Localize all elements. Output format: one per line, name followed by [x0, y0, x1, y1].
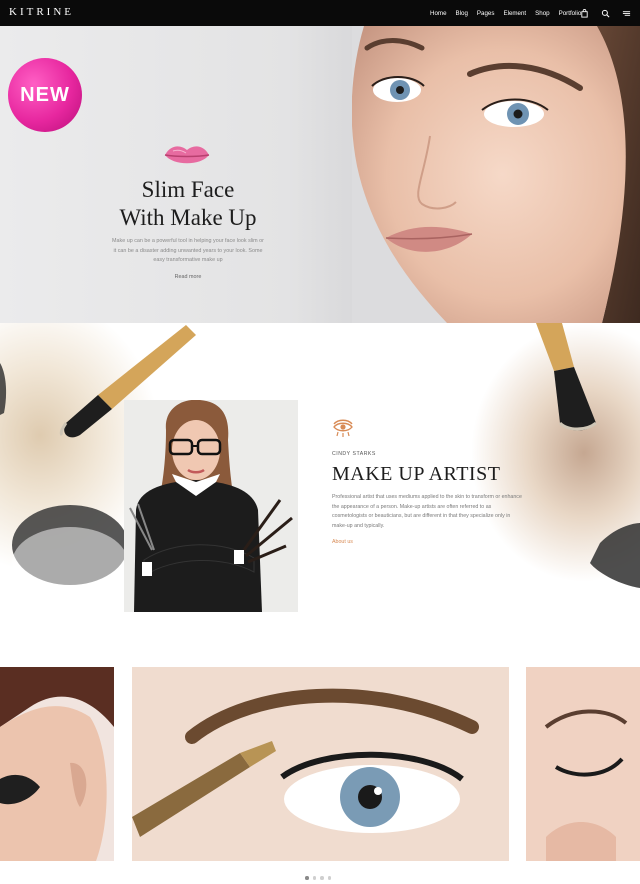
- hero-title-line1: Slim Face: [141, 177, 235, 202]
- gallery-slide-2[interactable]: [132, 667, 509, 861]
- site-logo[interactable]: KITRINE: [9, 6, 74, 18]
- artist-name-label: CINDY STARKS: [332, 451, 376, 457]
- gallery-slide-1[interactable]: [0, 667, 114, 861]
- nav-element[interactable]: Element: [503, 10, 526, 17]
- about-us-link[interactable]: About us: [332, 539, 353, 545]
- hero-slider: NEW Slim Face With Make Up Make up can b…: [0, 26, 640, 323]
- nav-shop[interactable]: Shop: [535, 10, 549, 17]
- pagination-dot[interactable]: [305, 876, 309, 880]
- carousel-pagination: [305, 876, 331, 880]
- hero-description: Make up can be a powerful tool in helpin…: [112, 238, 264, 263]
- new-badge: NEW: [8, 58, 82, 132]
- menu-icon[interactable]: [622, 9, 631, 18]
- header-icons: [580, 0, 631, 26]
- top-navigation-bar: KITRINE Home Blog Pages Element Shop Por…: [0, 0, 640, 26]
- pagination-dot[interactable]: [327, 876, 331, 880]
- search-icon[interactable]: [601, 9, 610, 18]
- lips-icon: [164, 146, 210, 164]
- artist-section: CINDY STARKS MAKE UP ARTIST Professional…: [0, 323, 640, 658]
- nav-pages[interactable]: Pages: [477, 10, 495, 17]
- artist-photo: [124, 400, 298, 612]
- nav-home[interactable]: Home: [430, 10, 447, 17]
- nav-portfolio[interactable]: Portfolio: [559, 10, 582, 17]
- eye-logo-icon: [333, 419, 353, 437]
- artist-title: MAKE UP ARTIST: [332, 463, 501, 485]
- artist-description: Professional artist that uses mediums ap…: [332, 494, 522, 529]
- nav-blog[interactable]: Blog: [456, 10, 468, 17]
- cart-icon[interactable]: [580, 8, 589, 18]
- main-nav: Home Blog Pages Element Shop Portfolio: [430, 0, 590, 26]
- hero-title: Slim Face With Make Up: [90, 176, 286, 232]
- image-gallery-carousel: [0, 667, 640, 861]
- pagination-dot[interactable]: [312, 876, 316, 880]
- hero-title-line2: With Make Up: [119, 205, 257, 230]
- pagination-dot[interactable]: [320, 876, 324, 880]
- gallery-slide-3[interactable]: [526, 667, 640, 861]
- hero-face-image: [352, 26, 640, 323]
- hero-read-more-link[interactable]: Read more: [160, 274, 216, 280]
